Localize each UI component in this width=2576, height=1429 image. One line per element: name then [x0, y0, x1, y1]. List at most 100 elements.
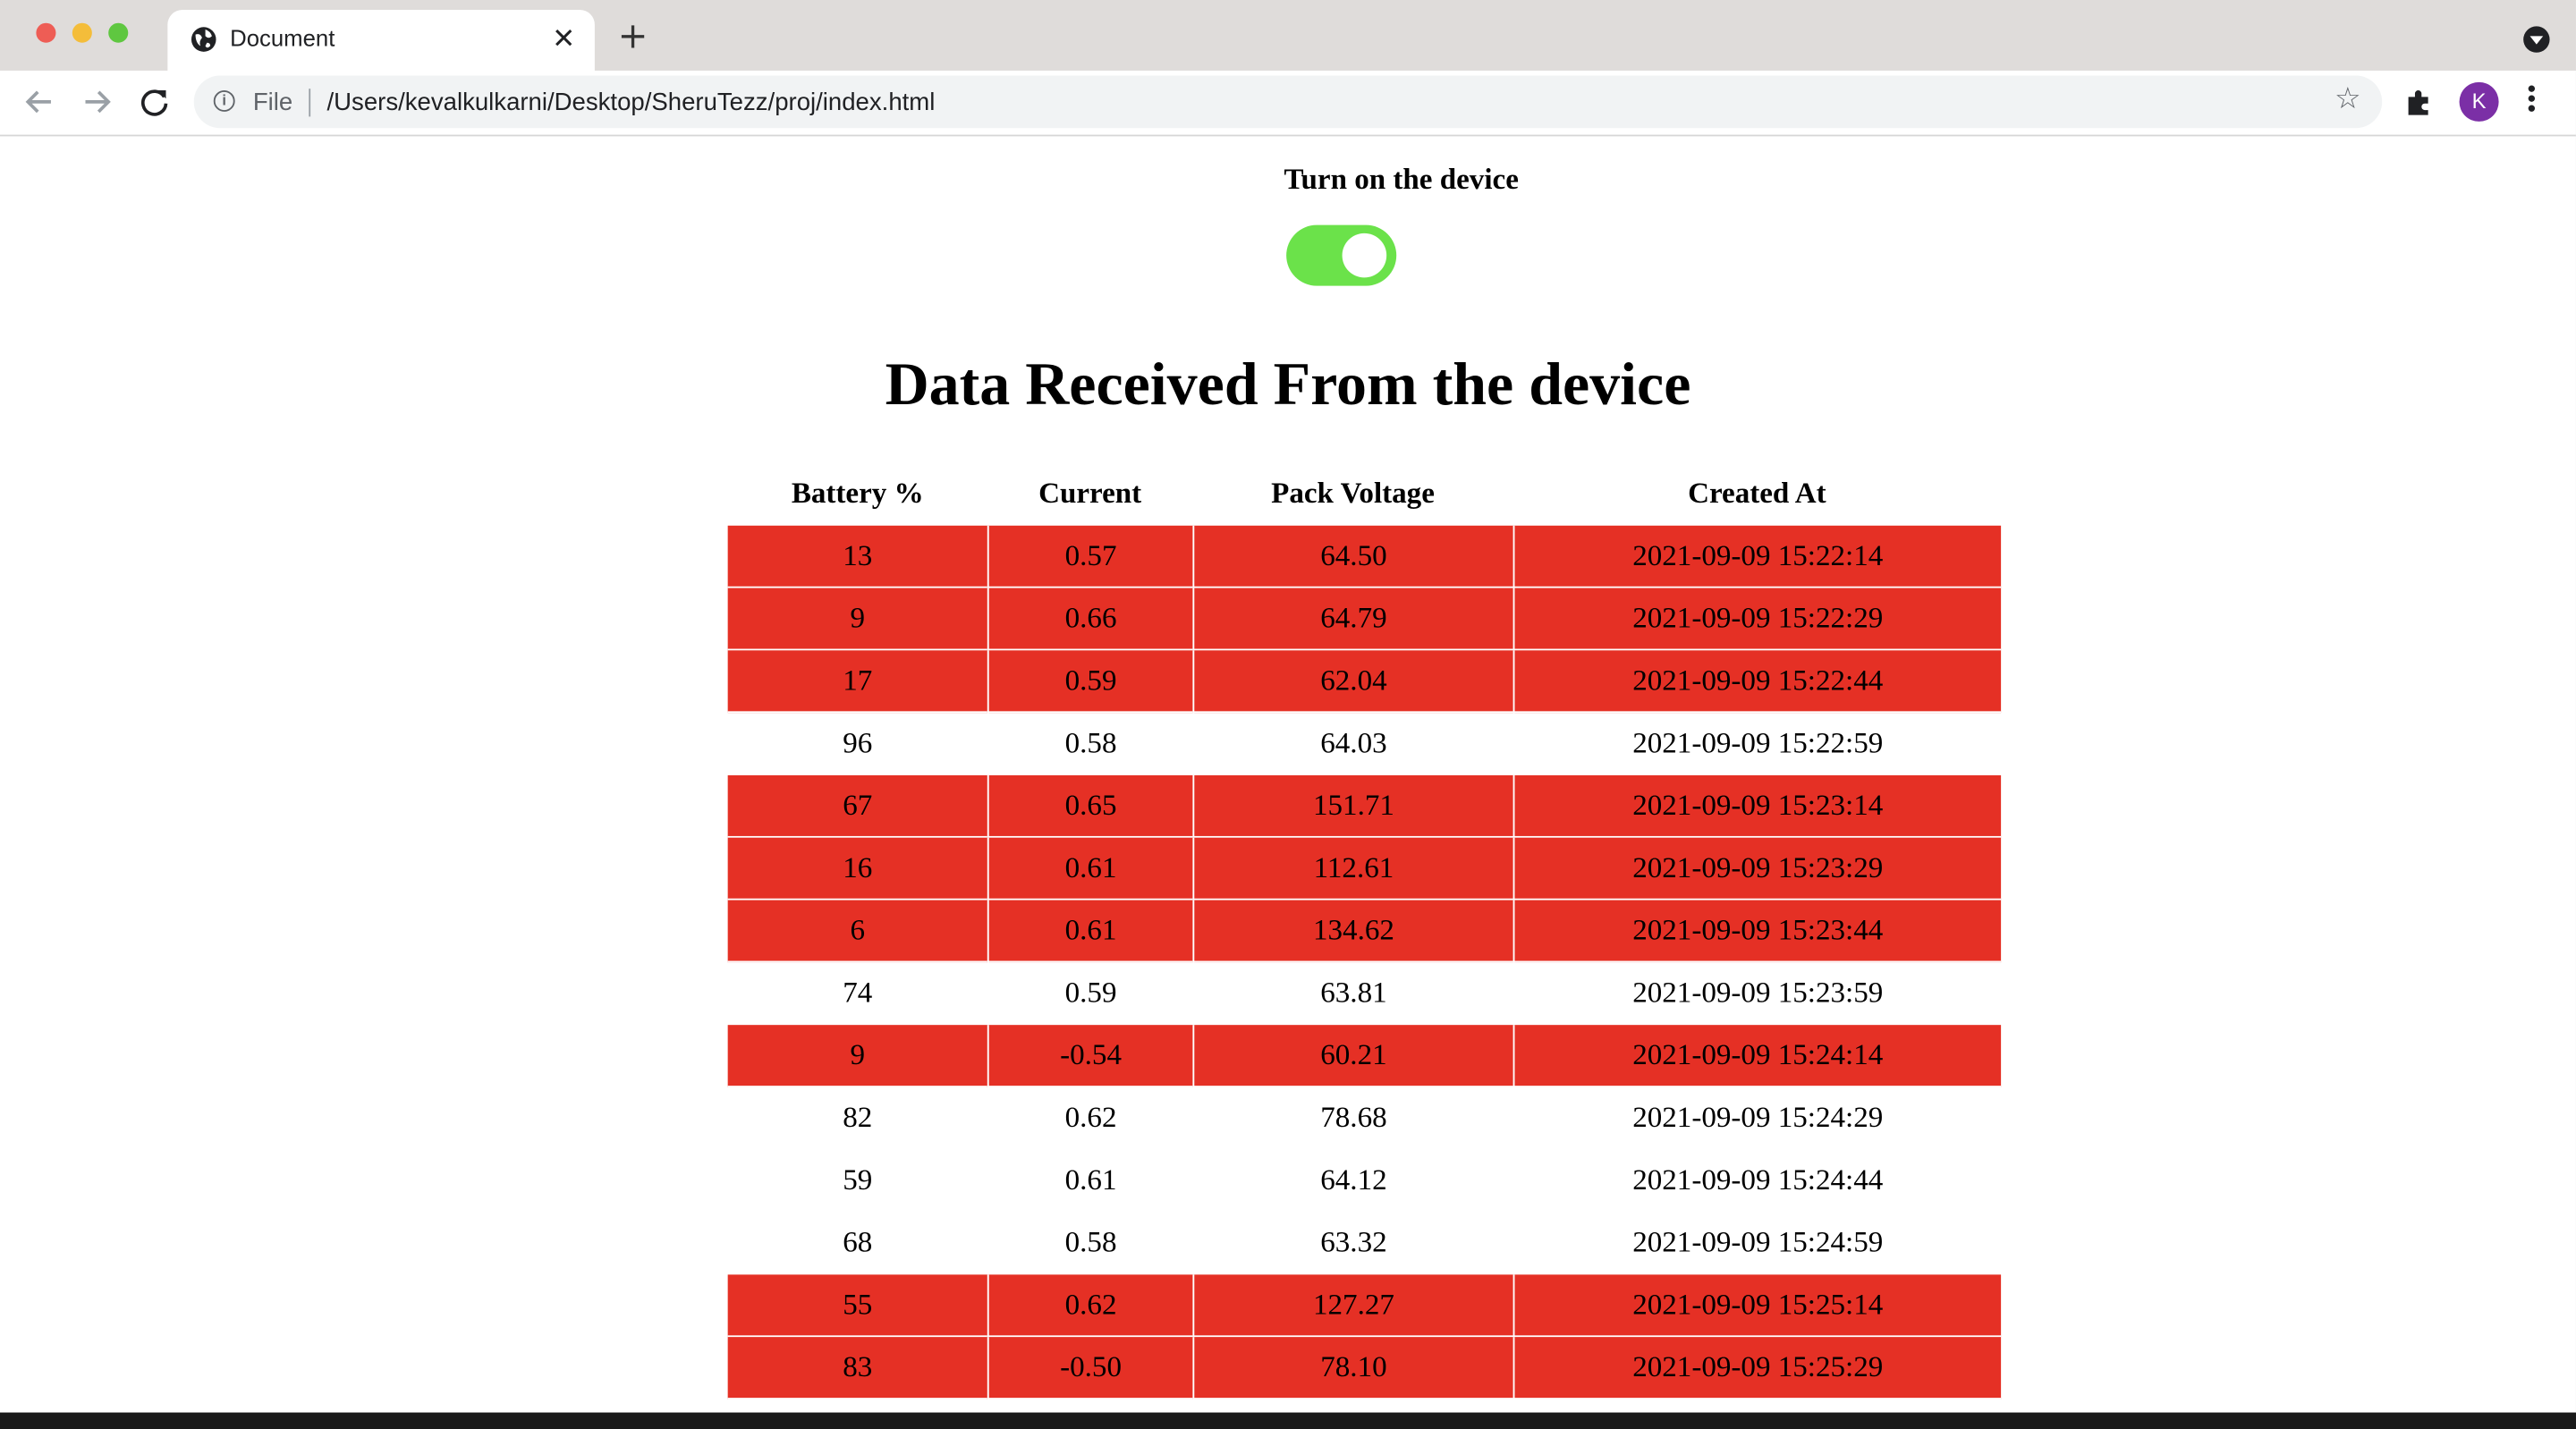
current-cell: 0.61: [987, 1149, 1193, 1213]
created-at-cell: 2021-09-09 15:23:29: [1513, 837, 2002, 901]
pack-voltage-cell: 78.10: [1192, 1337, 1513, 1399]
table-row: 59 0.61 64.12 2021-09-09 15:24:44: [727, 1149, 2002, 1213]
pack-voltage-cell: 64.50: [1192, 525, 1513, 588]
table-row: 96 0.58 64.03 2021-09-09 15:22:59: [727, 713, 2002, 775]
battery-cell: 16: [727, 837, 987, 901]
created-at-cell: 2021-09-09 15:22:14: [1513, 525, 2002, 588]
created-at-cell: 2021-09-09 15:23:14: [1513, 774, 2002, 838]
battery-cell: 82: [727, 1087, 987, 1150]
created-at-cell: 2021-09-09 15:25:29: [1513, 1337, 2002, 1399]
toggle-knob: [1342, 233, 1387, 278]
globe-icon: [191, 27, 216, 52]
battery-cell: 67: [727, 774, 987, 838]
browser-toolbar: i File /Users/kevalkulkarni/Desktop/Sher…: [0, 70, 2576, 137]
page-title: Data Received From the device: [885, 351, 1691, 419]
battery-cell: 17: [727, 650, 987, 714]
pack-voltage-cell: 60.21: [1192, 1025, 1513, 1087]
created-at-cell: 2021-09-09 15:25:14: [1513, 1274, 2002, 1338]
pack-voltage-cell: 112.61: [1192, 837, 1513, 901]
created-at-cell: 2021-09-09 15:23:44: [1513, 900, 2002, 963]
current-cell: 0.59: [987, 650, 1193, 714]
window-bottom-edge: [0, 1412, 2576, 1429]
created-at-cell: 2021-09-09 15:23:59: [1513, 962, 2002, 1026]
pack-voltage-cell: 63.81: [1192, 962, 1513, 1026]
url-separator: [309, 89, 311, 117]
toggle-label: Turn on the device: [1284, 162, 1519, 196]
battery-cell: 83: [727, 1337, 987, 1399]
pack-voltage-cell: 63.32: [1192, 1212, 1513, 1275]
close-window-button[interactable]: [36, 22, 56, 43]
created-at-cell: 2021-09-09 15:24:44: [1513, 1149, 2002, 1213]
pack-voltage-cell: 151.71: [1192, 774, 1513, 838]
profile-avatar[interactable]: K: [2459, 81, 2499, 122]
table-row: 17 0.59 62.04 2021-09-09 15:22:44: [727, 650, 2002, 714]
new-tab-button[interactable]: +: [618, 17, 648, 57]
table-row: 6 0.61 134.62 2021-09-09 15:23:44: [727, 900, 2002, 963]
battery-cell: 59: [727, 1150, 987, 1213]
created-at-cell: 2021-09-09 15:24:29: [1513, 1087, 2002, 1150]
page-content: Turn on the device Data Received From th…: [0, 136, 2576, 1413]
pack-voltage-cell: 127.27: [1192, 1274, 1513, 1338]
current-cell: 0.66: [987, 588, 1193, 651]
extensions-puzzle-icon[interactable]: [2405, 87, 2435, 116]
pack-voltage-cell: 64.79: [1192, 588, 1513, 651]
battery-cell: 9: [727, 1025, 987, 1087]
column-header-created-at: Created At: [1688, 476, 1826, 510]
current-cell: 0.59: [987, 962, 1193, 1026]
current-cell: 0.62: [987, 1087, 1193, 1150]
pack-voltage-cell: 64.03: [1192, 713, 1513, 775]
url-text[interactable]: /Users/kevalkulkarni/Desktop/SheruTezz/p…: [327, 89, 936, 116]
tab-search-chevron-icon[interactable]: [2523, 26, 2550, 53]
table-row: 82 0.62 78.68 2021-09-09 15:24:29: [727, 1087, 2002, 1150]
battery-cell: 9: [727, 588, 987, 651]
battery-cell: 6: [727, 900, 987, 963]
created-at-cell: 2021-09-09 15:22:29: [1513, 588, 2002, 651]
created-at-cell: 2021-09-09 15:22:44: [1513, 650, 2002, 714]
table-row: 67 0.65 151.71 2021-09-09 15:23:14: [727, 774, 2002, 838]
current-cell: 0.57: [987, 525, 1193, 588]
pack-voltage-cell: 64.12: [1192, 1149, 1513, 1213]
maximize-window-button[interactable]: [108, 22, 129, 43]
current-cell: 0.65: [987, 774, 1193, 838]
device-data-table: Battery % Current Pack Voltage Created A…: [727, 461, 2002, 1399]
info-icon[interactable]: i: [213, 90, 235, 112]
battery-cell: 74: [727, 962, 987, 1026]
created-at-cell: 2021-09-09 15:24:14: [1513, 1025, 2002, 1087]
table-header-row: Battery % Current Pack Voltage Created A…: [728, 461, 2001, 526]
back-arrow-icon[interactable]: [18, 80, 61, 123]
current-cell: 0.61: [987, 900, 1193, 963]
tab-title: Document: [230, 24, 335, 51]
table-row: 74 0.59 63.81 2021-09-09 15:23:59: [727, 962, 2002, 1026]
table-row: 55 0.62 127.27 2021-09-09 15:25:14: [727, 1274, 2002, 1338]
bookmark-star-icon[interactable]: ☆: [2334, 83, 2361, 117]
current-cell: 0.58: [987, 713, 1193, 775]
table-row: 13 0.57 64.50 2021-09-09 15:22:14: [727, 525, 2002, 588]
battery-cell: 96: [727, 713, 987, 775]
current-cell: -0.54: [987, 1025, 1193, 1087]
pack-voltage-cell: 78.68: [1192, 1087, 1513, 1150]
minimize-window-button[interactable]: [72, 22, 92, 43]
reload-icon[interactable]: [133, 80, 176, 123]
table-row: 9 0.66 64.79 2021-09-09 15:22:29: [727, 588, 2002, 651]
pack-voltage-cell: 62.04: [1192, 650, 1513, 714]
column-header-pack-voltage: Pack Voltage: [1271, 476, 1435, 510]
created-at-cell: 2021-09-09 15:24:59: [1513, 1212, 2002, 1275]
device-power-toggle[interactable]: [1286, 224, 1397, 286]
pack-voltage-cell: 134.62: [1192, 900, 1513, 963]
current-cell: 0.61: [987, 837, 1193, 901]
browser-menu-icon[interactable]: [2527, 85, 2537, 119]
tab-strip: Document ✕ +: [0, 0, 2576, 71]
battery-cell: 55: [727, 1274, 987, 1338]
battery-cell: 68: [727, 1213, 987, 1275]
column-header-battery: Battery %: [791, 476, 924, 510]
table-row: 16 0.61 112.61 2021-09-09 15:23:29: [727, 837, 2002, 901]
current-cell: -0.50: [987, 1337, 1193, 1399]
current-cell: 0.58: [987, 1212, 1193, 1275]
tab-close-icon[interactable]: ✕: [552, 23, 575, 56]
current-cell: 0.62: [987, 1274, 1193, 1338]
url-scheme: File: [252, 89, 293, 117]
forward-arrow-icon[interactable]: [75, 80, 118, 123]
tab-document[interactable]: Document ✕: [167, 10, 595, 71]
table-row: 83 -0.50 78.10 2021-09-09 15:25:29: [727, 1337, 2002, 1399]
address-bar[interactable]: i File /Users/kevalkulkarni/Desktop/Sher…: [193, 75, 2383, 129]
